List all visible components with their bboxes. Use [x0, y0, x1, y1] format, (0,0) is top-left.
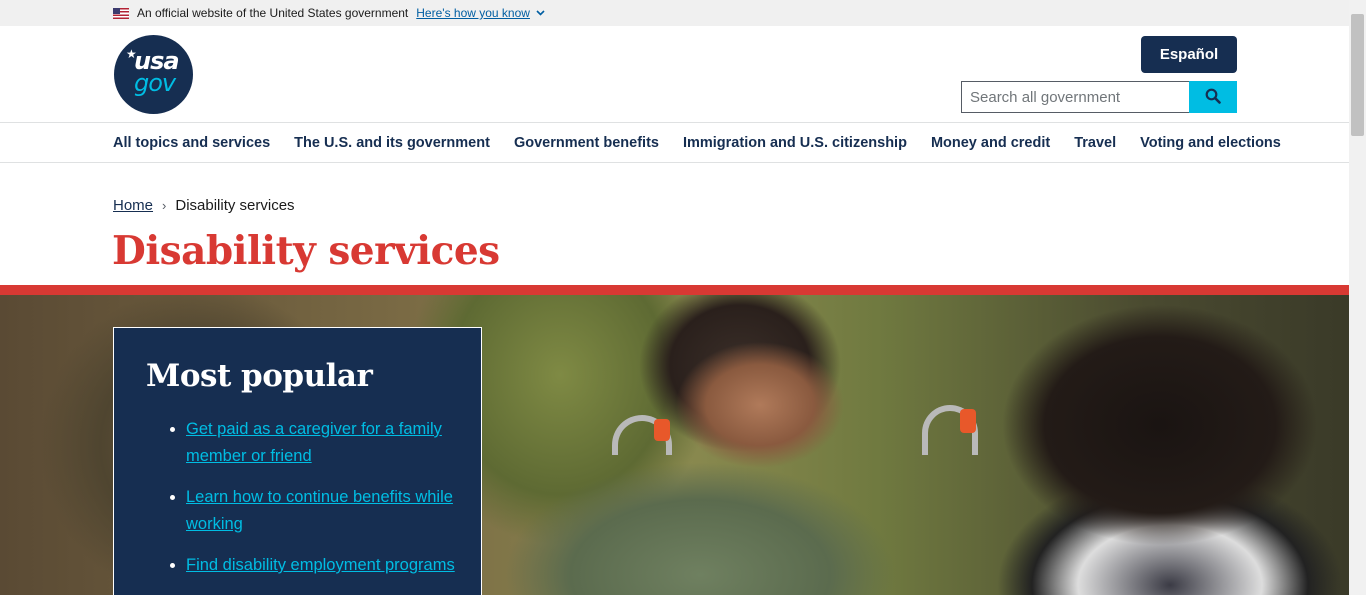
popular-link-continue-benefits[interactable]: Learn how to continue benefits while wor… [186, 488, 453, 533]
page-title: Disability services [112, 228, 500, 274]
list-item: Get paid as a caregiver for a family mem… [170, 416, 456, 470]
breadcrumb: Home › Disability services [113, 197, 295, 214]
popular-link-caregiver[interactable]: Get paid as a caregiver for a family mem… [186, 420, 442, 465]
wheelchair-handle-left [612, 415, 672, 455]
chevron-down-icon [536, 8, 545, 19]
site-header: ★ usa gov Español [0, 26, 1349, 122]
most-popular-card: Most popular Get paid as a caregiver for… [113, 327, 482, 595]
nav-item-government-benefits[interactable]: Government benefits [514, 135, 659, 151]
nav-item-immigration[interactable]: Immigration and U.S. citizenship [683, 135, 907, 151]
official-site-text: An official website of the United States… [137, 6, 409, 20]
wheelchair-handle-right [922, 405, 978, 455]
popular-link-employment-programs[interactable]: Find disability employment programs [186, 556, 455, 574]
breadcrumb-home-link[interactable]: Home [113, 197, 153, 214]
scrollbar-thumb[interactable] [1351, 14, 1364, 136]
nav-item-all-topics[interactable]: All topics and services [113, 135, 270, 151]
us-flag-icon [113, 7, 129, 19]
main-nav: All topics and services The U.S. and its… [0, 122, 1349, 163]
espanol-button[interactable]: Español [1141, 36, 1237, 73]
heres-how-you-know-link[interactable]: Here's how you know [416, 6, 545, 20]
list-item: Learn how to continue benefits while wor… [170, 484, 456, 538]
search-icon [1205, 88, 1221, 107]
nav-item-us-government[interactable]: The U.S. and its government [294, 135, 490, 151]
search-form [961, 81, 1237, 113]
usagov-logo[interactable]: ★ usa gov [114, 35, 193, 114]
chevron-right-icon: › [162, 198, 167, 213]
search-input[interactable] [961, 81, 1189, 113]
breadcrumb-current: Disability services [175, 197, 295, 214]
list-item: Find disability employment programs [170, 552, 456, 579]
official-gov-banner: An official website of the United States… [0, 0, 1349, 26]
most-popular-list: Get paid as a caregiver for a family mem… [170, 416, 456, 593]
title-divider [0, 285, 1349, 295]
nav-item-money-credit[interactable]: Money and credit [931, 135, 1050, 151]
page-scrollbar[interactable] [1349, 0, 1366, 595]
search-button[interactable] [1189, 81, 1237, 113]
nav-item-voting[interactable]: Voting and elections [1140, 135, 1281, 151]
most-popular-heading: Most popular [146, 358, 373, 394]
nav-item-travel[interactable]: Travel [1074, 135, 1116, 151]
